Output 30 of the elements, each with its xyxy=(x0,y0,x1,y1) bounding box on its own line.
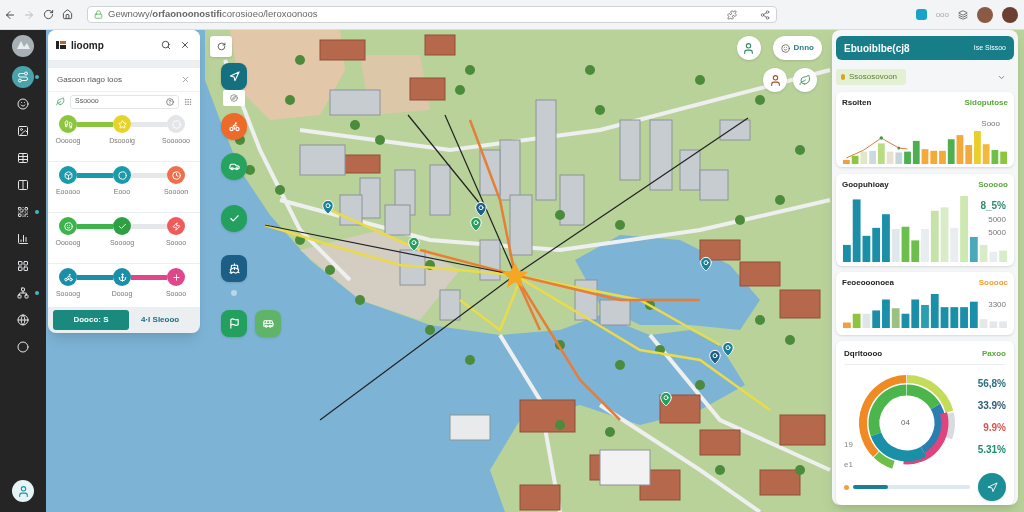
chart-value: 3300 xyxy=(988,300,1006,310)
donut-center-label: 04 xyxy=(901,417,910,429)
panel-title: Ebuoiblbe(cj8 xyxy=(844,41,910,56)
url-text: Gewnowy/orfaonoonostificorosioeo/leroxoonoos xyxy=(108,7,319,22)
legend-value: 9.9% xyxy=(983,422,1006,434)
panel-title: Iioomp xyxy=(71,38,105,53)
chart-value: Sooo xyxy=(981,119,1000,129)
card-tag: Sooooo xyxy=(978,179,1008,191)
primary-button[interactable]: Dooco: S xyxy=(53,310,129,330)
filter-chip[interactable]: Ssososovoon xyxy=(836,69,906,85)
toolbar-label: ooo xyxy=(935,8,949,21)
legend-value: 33.9% xyxy=(977,400,1006,412)
card-tag: Paxoo xyxy=(982,348,1006,360)
card-title: Rsoiten xyxy=(842,97,872,109)
card-title: Feoeooonoea xyxy=(842,277,894,289)
card-title: Goopuhioay xyxy=(842,179,889,191)
address-bar[interactable]: Gewnowy/orfaonoonostificorosioeo/leroxoonoos xyxy=(87,6,777,23)
chart-note: e1 xyxy=(844,459,854,471)
map-chip[interactable]: Dnno xyxy=(772,36,822,60)
card-tag: Sooooc xyxy=(978,277,1008,289)
chart-value: 8_5% xyxy=(980,200,1006,212)
filter-title: Gasoon riago loos xyxy=(57,73,122,86)
chart-note: 19 xyxy=(844,439,854,451)
text-link[interactable]: 4·I Sleooo xyxy=(141,314,180,326)
legend-value: 56,8% xyxy=(977,378,1006,390)
card-title: Dqrltoooo xyxy=(844,348,883,360)
legend-value: 5.31% xyxy=(977,444,1006,456)
chart-value: 5000 xyxy=(988,228,1006,238)
card-tag: Sidoputose xyxy=(964,97,1008,109)
chart-value: 5000 xyxy=(988,215,1006,225)
